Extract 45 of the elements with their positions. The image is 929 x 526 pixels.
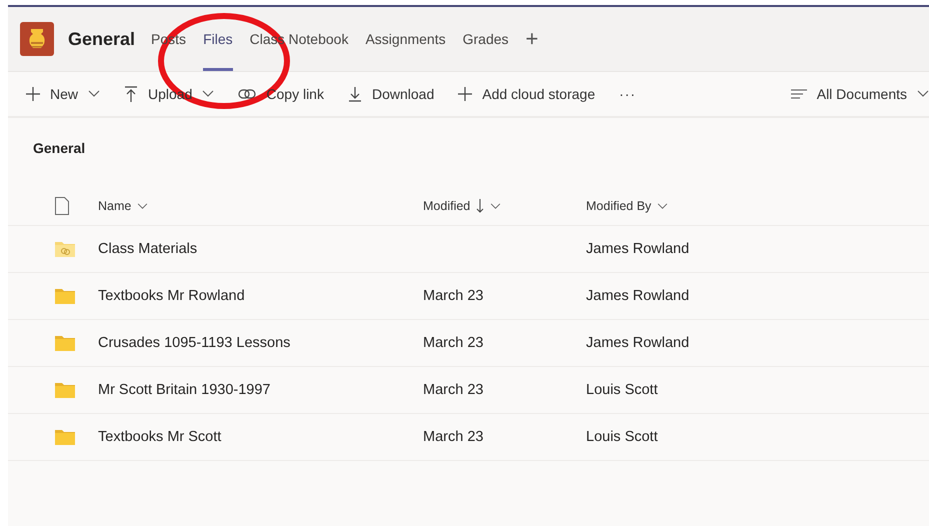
chevron-down-icon (657, 202, 668, 210)
toolbar-button[interactable]: Add cloud storage (458, 86, 596, 102)
toolbar-button[interactable]: New (26, 86, 100, 102)
column-header[interactable]: Name (98, 199, 423, 213)
upload-icon (124, 86, 138, 102)
modified-date: March 23 (423, 288, 484, 304)
tab[interactable]: Grades (462, 7, 509, 71)
modified-date: March 23 (423, 429, 484, 445)
breadcrumb[interactable]: General (8, 140, 86, 187)
file-name[interactable]: Textbooks Mr Scott (98, 429, 222, 445)
modified-by: James Rowland (586, 335, 690, 351)
lines-icon (790, 89, 807, 99)
modified-date: March 23 (423, 382, 484, 398)
file-name[interactable]: Textbooks Mr Rowland (98, 288, 245, 304)
modified-by: James Rowland (586, 288, 690, 304)
plus-icon (26, 87, 40, 101)
download-icon (348, 86, 362, 102)
sort-down-arrow-icon (476, 199, 484, 213)
file-name[interactable]: Crusades 1095-1193 Lessons (98, 335, 290, 351)
file-icon (55, 197, 69, 215)
link-icon (238, 89, 256, 99)
plus-icon (458, 87, 472, 101)
file-name[interactable]: Class Materials (98, 241, 198, 257)
column-header[interactable]: Modified (423, 199, 586, 213)
folder-icon (55, 429, 75, 445)
chevron-down-icon (917, 90, 929, 98)
more-button[interactable]: ··· (619, 86, 636, 102)
vase-icon (20, 22, 54, 56)
chevron-down-icon (137, 202, 148, 210)
toolbar-button[interactable]: Download (348, 86, 434, 102)
view-selector[interactable]: All Documents (790, 86, 929, 102)
add-tab-button[interactable]: + (526, 26, 538, 52)
chevron-down-icon (490, 202, 502, 210)
modified-date: March 23 (423, 335, 484, 351)
channel-name: General (68, 28, 136, 50)
folder-icon (55, 288, 75, 304)
modified-by: Louis Scott (586, 429, 658, 445)
file-name[interactable]: Mr Scott Britain 1930-1997 (98, 382, 270, 398)
folder-icon (55, 335, 75, 351)
modified-by: James Rowland (586, 241, 690, 257)
modified-by: Louis Scott (586, 382, 658, 398)
folder-icon (55, 382, 75, 398)
shared-folder-icon (55, 241, 75, 257)
tab[interactable]: Assignments (365, 7, 446, 71)
column-header[interactable]: Modified By (586, 199, 786, 213)
